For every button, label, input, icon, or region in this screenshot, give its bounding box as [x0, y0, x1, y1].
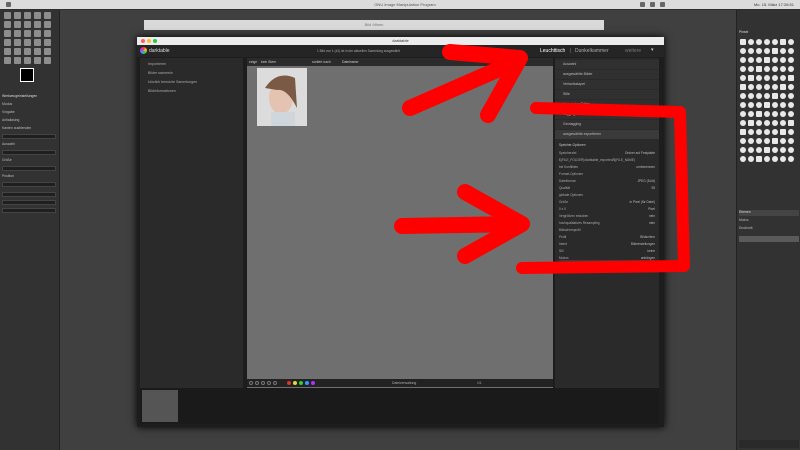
arrow-to-export-shaft [394, 216, 528, 234]
export-highlight-bracket [516, 102, 690, 274]
annotation-overlay [394, 44, 690, 274]
